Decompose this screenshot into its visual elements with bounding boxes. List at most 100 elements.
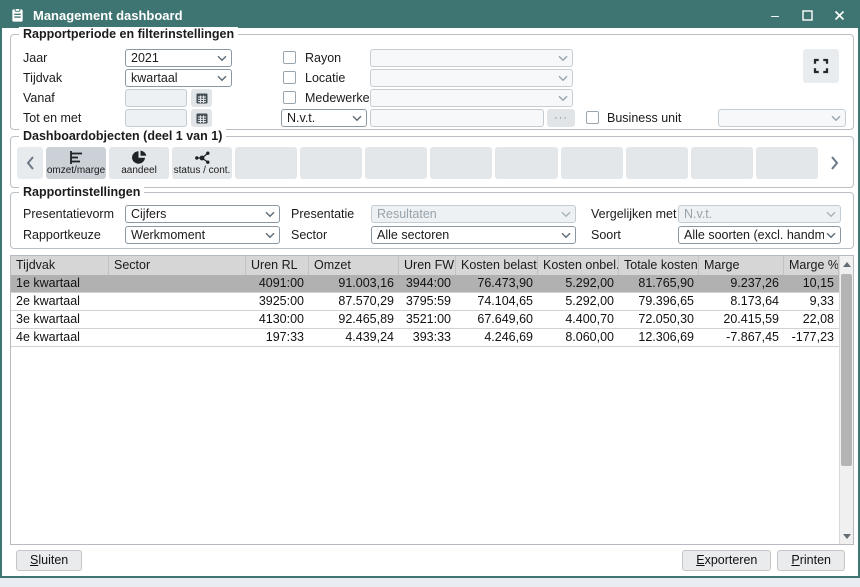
fullscreen-icon <box>812 57 830 75</box>
medewerker-select[interactable] <box>370 89 573 107</box>
locatie-checkbox[interactable] <box>283 71 296 84</box>
dashboard-object-aandeel[interactable]: aandeel <box>109 147 169 179</box>
rapportkeuze-select[interactable]: Werkmoment <box>125 226 280 244</box>
table-cell: 4e kwartaal <box>11 329 109 346</box>
table-cell: 5.292,00 <box>538 293 619 310</box>
rayon-checkbox[interactable] <box>283 51 296 64</box>
table-cell: 87.570,29 <box>309 293 399 310</box>
rapportkeuze-value: Werkmoment <box>131 228 205 243</box>
table-cell <box>109 311 246 328</box>
column-header[interactable]: Kosten onbel. <box>538 256 619 275</box>
column-header[interactable]: Omzet <box>309 256 399 275</box>
jaar-label: Jaar <box>23 49 47 67</box>
table-cell: 4130:00 <box>246 311 309 328</box>
medewerker-checkbox[interactable] <box>283 91 296 104</box>
nvt-select[interactable]: N.v.t. <box>281 109 367 127</box>
filter-text-input[interactable] <box>370 109 544 127</box>
jaar-select[interactable]: 2021 <box>125 49 232 67</box>
column-header[interactable]: Uren FW <box>399 256 456 275</box>
empty-dashboard-slot <box>430 147 492 179</box>
tijdvak-select[interactable]: kwartaal <box>125 69 232 87</box>
table-row[interactable]: 3e kwartaal4130:0092.465,893521:0067.649… <box>11 311 839 329</box>
dashboard-object-status-cont[interactable]: status / cont. <box>172 147 232 179</box>
scroll-right-button[interactable] <box>821 147 847 179</box>
presentatievorm-select[interactable]: Cijfers <box>125 205 280 223</box>
business-unit-select[interactable] <box>718 109 846 127</box>
empty-dashboard-slot <box>235 147 297 179</box>
tot-en-met-calendar-button[interactable] <box>191 109 212 127</box>
sluiten-button[interactable]: Sluiten <box>16 550 82 571</box>
table-cell: 81.765,90 <box>619 275 699 292</box>
printen-button[interactable]: Printen <box>777 550 845 571</box>
scrollbar-thumb[interactable] <box>841 274 852 466</box>
background-strip <box>0 578 860 587</box>
rayon-select[interactable] <box>370 49 573 67</box>
close-button[interactable] <box>828 4 850 26</box>
chevron-down-icon <box>826 232 836 239</box>
table-cell: 1e kwartaal <box>11 275 109 292</box>
vergelijken-met-value: N.v.t. <box>684 207 712 222</box>
filters-group-title: Rapportperiode en filterinstellingen <box>19 27 238 41</box>
vertical-scrollbar[interactable] <box>839 256 853 544</box>
title-bar[interactable]: Management dashboard – <box>2 2 858 28</box>
vanaf-calendar-button[interactable] <box>191 89 212 107</box>
table-cell: 2e kwartaal <box>11 293 109 310</box>
maximize-button[interactable] <box>796 4 818 26</box>
chevron-down-icon <box>561 211 571 218</box>
medewerker-label: Medewerker <box>305 89 374 107</box>
column-header[interactable]: Totale kosten <box>619 256 699 275</box>
window-title: Management dashboard <box>33 8 183 23</box>
column-header[interactable]: Kosten belast <box>456 256 538 275</box>
column-header[interactable]: Tijdvak <box>11 256 109 275</box>
table-cell: -7.867,45 <box>699 329 784 346</box>
column-header[interactable]: Marge % <box>784 256 839 275</box>
empty-dashboard-slot <box>756 147 818 179</box>
vergelijken-met-select: N.v.t. <box>678 205 841 223</box>
network-icon <box>194 150 211 165</box>
scrollbar-down-button[interactable] <box>840 528 853 544</box>
locatie-select[interactable] <box>370 69 573 87</box>
empty-dashboard-slot <box>300 147 362 179</box>
tool-label: aandeel <box>121 166 157 176</box>
soort-label: Soort <box>591 226 621 244</box>
chevron-down-icon <box>561 232 571 239</box>
minimize-button[interactable]: – <box>764 4 786 26</box>
column-header[interactable]: Sector <box>109 256 246 275</box>
report-settings-group: Rapportinstellingen Presentatievorm Cijf… <box>10 192 854 249</box>
fullscreen-button[interactable] <box>803 49 839 83</box>
chevron-down-icon <box>831 115 841 122</box>
table-cell: 67.649,60 <box>456 311 538 328</box>
chevron-down-icon <box>558 95 568 102</box>
dashboard-object-omzet-marge[interactable]: omzet/marge <box>46 147 106 179</box>
table-body: 1e kwartaal4091:0091.003,163944:0076.473… <box>11 275 839 347</box>
tot-en-met-date-input[interactable] <box>125 109 187 127</box>
business-unit-checkbox[interactable] <box>586 111 599 124</box>
chevron-down-icon <box>265 232 275 239</box>
scroll-left-button[interactable] <box>17 147 43 179</box>
scrollbar-up-button[interactable] <box>840 256 853 272</box>
table-cell: 20.415,59 <box>699 311 784 328</box>
dashboard-objects-toolbar: omzet/marge aandeel status / cont. <box>17 147 847 179</box>
table-row[interactable]: 1e kwartaal4091:0091.003,163944:0076.473… <box>11 275 839 293</box>
table-cell: 79.396,65 <box>619 293 699 310</box>
table-row[interactable]: 4e kwartaal197:334.439,24393:334.246,698… <box>11 329 839 347</box>
table-cell: 3e kwartaal <box>11 311 109 328</box>
bar-chart-icon <box>68 150 85 165</box>
vergelijken-met-label: Vergelijken met <box>591 205 676 223</box>
locatie-label: Locatie <box>305 69 345 87</box>
more-options-button[interactable]: ··· <box>547 109 575 127</box>
chevron-left-icon <box>26 156 35 170</box>
tool-label: status / cont. <box>174 166 231 176</box>
table-cell: 3944:00 <box>399 275 456 292</box>
exporteren-button[interactable]: Exporteren <box>682 550 771 571</box>
column-header[interactable]: Uren RL <box>246 256 309 275</box>
soort-select[interactable]: Alle soorten (excl. handmatig <box>678 226 841 244</box>
vanaf-date-input[interactable] <box>125 89 187 107</box>
table-row[interactable]: 2e kwartaal3925:0087.570,293795:5974.104… <box>11 293 839 311</box>
sector-select[interactable]: Alle sectoren <box>371 226 576 244</box>
sector-label: Sector <box>291 226 327 244</box>
ellipsis-icon: ··· <box>554 114 568 122</box>
empty-dashboard-slot <box>365 147 427 179</box>
triangle-up-icon <box>843 262 851 267</box>
column-header[interactable]: Marge <box>699 256 784 275</box>
